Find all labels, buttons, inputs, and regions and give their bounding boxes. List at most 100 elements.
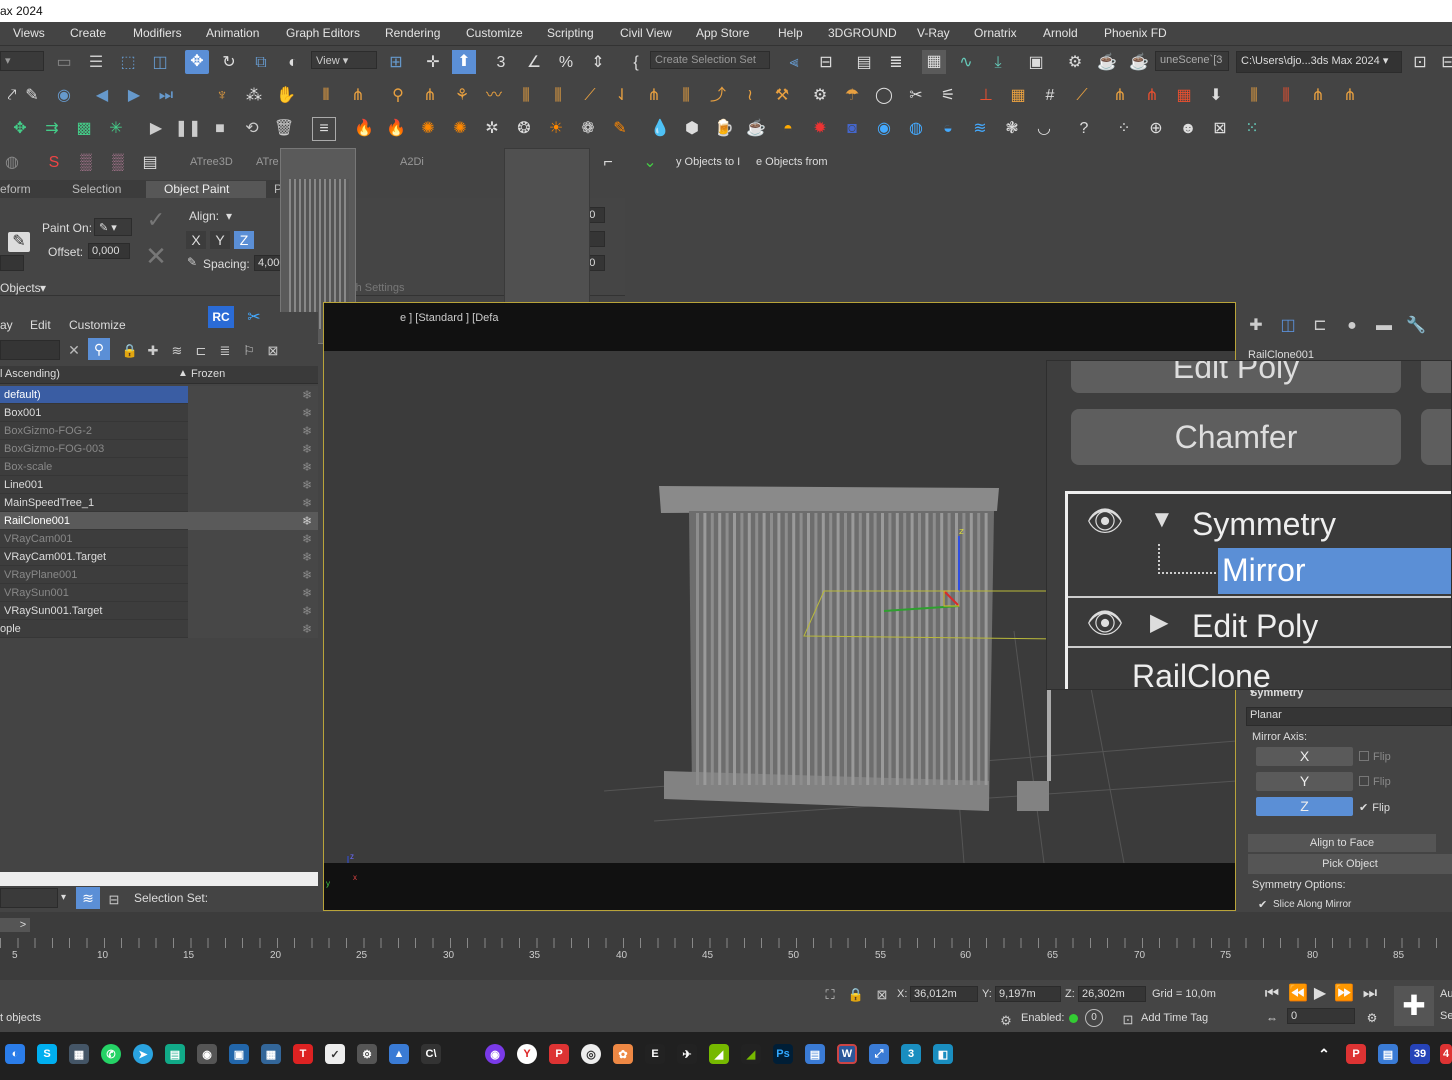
hair-icon-1[interactable]: ♆ [210, 84, 234, 108]
arrow-right-icon[interactable]: ⇉ [40, 117, 64, 141]
rendered-frame-icon[interactable]: ☕ [1095, 51, 1119, 75]
railclone-icon[interactable]: RC [208, 306, 234, 328]
strand-icon-4[interactable]: ⋔ [418, 84, 442, 108]
tray-app-icon[interactable]: P [1346, 1044, 1366, 1064]
word-icon[interactable]: W [837, 1044, 857, 1064]
add-time-tag-label[interactable]: Add Time Tag [1141, 1012, 1208, 1024]
project-path-dropdown[interactable]: C:\Users\djo...3ds Max 2024 ▾ [1236, 51, 1402, 73]
skype-icon[interactable]: S [37, 1044, 57, 1064]
y-coord-field[interactable]: 9,197m [995, 986, 1061, 1002]
left-spinner[interactable] [0, 255, 24, 271]
people-icon[interactable]: ☻ [1176, 117, 1200, 141]
fire-icon-5[interactable]: ☀ [544, 117, 568, 141]
render-production-icon[interactable]: ☕ [1127, 51, 1151, 75]
freeze-icon[interactable]: ❄ [302, 548, 312, 566]
foam-icon[interactable]: ❃ [1000, 117, 1024, 141]
place-icon[interactable]: ◐ [281, 51, 305, 75]
objects-from-label[interactable]: e Objects from [756, 156, 828, 168]
snaps-icon[interactable]: 3 [489, 51, 513, 75]
strand-icon-15[interactable]: ⚒ [770, 84, 794, 108]
strand-icon-14[interactable]: ≀ [738, 84, 762, 108]
time-tag-icon[interactable]: ⊡ [1116, 1007, 1140, 1031]
nvidia-2-icon[interactable]: ◢ [741, 1044, 761, 1064]
check-icon[interactable]: ✓ [144, 208, 168, 232]
next-frame-icon[interactable]: ⏩ [1332, 982, 1356, 1006]
go-to-start-icon[interactable]: ⏮ [1260, 982, 1284, 1006]
menu-graph-editors[interactable]: Graph Editors [286, 26, 360, 40]
strand-icon-29[interactable]: ⫼ [1242, 84, 1266, 108]
menu-views[interactable]: Views [13, 26, 45, 40]
layers-icon[interactable]: ≋ [165, 338, 189, 362]
layer-dropdown[interactable]: ▾ [0, 51, 44, 71]
toggle-ribbon-icon[interactable]: ▦ [922, 50, 946, 74]
axis-y-button[interactable]: Y [210, 231, 230, 249]
list-item[interactable]: VRaySun001 ❄ [0, 584, 318, 602]
strand-icon-3[interactable]: ⚲ [386, 84, 410, 108]
list-item[interactable]: default) ❄ [0, 386, 318, 404]
grid-icon[interactable]: ▩ [72, 117, 96, 141]
strand-icon-19[interactable]: ✂ [904, 84, 928, 108]
strand-icon-26[interactable]: ⋔ [1140, 84, 1164, 108]
axis-x-button[interactable]: X [186, 231, 206, 249]
app-icon-10[interactable]: ✓ [325, 1044, 345, 1064]
hierarchy-tab-icon[interactable]: ⊏ [1308, 314, 1332, 338]
modify-tab-icon[interactable]: ◫ [1276, 314, 1300, 338]
stop-anim-icon[interactable]: ■ [208, 117, 232, 141]
pivot-icon[interactable]: ⊞ [384, 51, 408, 75]
freeze-icon[interactable]: ❄ [302, 584, 312, 602]
list-item[interactable]: RailClone001 ❄ [0, 512, 318, 530]
prev-icon[interactable]: ◀ [90, 84, 114, 108]
x-coord-field[interactable]: 36,012m [910, 986, 978, 1002]
percent-snap-icon[interactable]: % [554, 51, 578, 75]
flip-y-checkbox[interactable]: Flip [1359, 776, 1391, 788]
play-icon[interactable]: ▶ [122, 84, 146, 108]
set-key-label[interactable]: Se [1440, 1010, 1452, 1022]
3dsmax-icon[interactable]: 3 [901, 1044, 921, 1064]
strand-icon-23[interactable]: # [1038, 84, 1062, 108]
strand-icon-6[interactable]: 〰 [482, 84, 506, 108]
wave-icon-1[interactable]: ◉ [872, 117, 896, 141]
strand-icon-1[interactable]: ⫴ [314, 84, 338, 108]
column-name-header[interactable]: l Ascending) [0, 368, 60, 380]
app-icon-7[interactable]: ▣ [229, 1044, 249, 1064]
se-menu-edit[interactable]: Edit [30, 318, 51, 332]
pause-anim-icon[interactable]: ❚❚ [175, 117, 202, 141]
paint-brush-icon[interactable]: ✎ [8, 232, 30, 252]
scene-state-field[interactable]: uneScene`[3 [1155, 51, 1229, 71]
reference-coord-dropdown[interactable]: View ▾ [311, 51, 377, 69]
freeze-icon[interactable]: ❄ [302, 422, 312, 440]
a2di-tab[interactable]: A2Di [400, 156, 424, 168]
curve-editor-icon[interactable]: ∿ [954, 51, 978, 75]
terminal-icon[interactable]: C\ [421, 1044, 441, 1064]
add-layer-icon[interactable]: ✚ [141, 338, 165, 362]
texture-icon-1[interactable]: ▒ [74, 151, 98, 175]
fire-icon-2[interactable]: 🔥 [384, 117, 408, 141]
material-editor-icon[interactable]: ▣ [1024, 51, 1048, 75]
strand-icon-32[interactable]: ⋔ [1338, 84, 1362, 108]
freeze-icon[interactable]: ❄ [302, 386, 312, 404]
freeze-icon[interactable]: ❄ [302, 602, 312, 620]
menu-arnold[interactable]: Arnold [1043, 26, 1078, 40]
freeze-icon[interactable]: ❄ [302, 440, 312, 458]
prev-frame-icon[interactable]: ⏪ [1286, 982, 1310, 1006]
align-dropdown-arrow[interactable]: ▾ [226, 209, 232, 223]
stack-button-partial-1[interactable] [1421, 361, 1451, 393]
beer-icon[interactable]: 🍺 [712, 117, 736, 141]
edit-icon[interactable]: ⊠ [1208, 117, 1232, 141]
align-to-face-button[interactable]: Align to Face [1248, 834, 1436, 852]
bowl-icon[interactable]: ◡ [1032, 117, 1056, 141]
menu-vray[interactable]: V-Ray [917, 26, 950, 40]
slice-checkbox-check[interactable]: ✔ [1258, 898, 1267, 911]
list-item[interactable]: Box-scale ❄ [0, 458, 318, 476]
stack-mirror-item-bg[interactable]: Mirror [1218, 548, 1451, 594]
whatsapp-icon[interactable]: ✆ [101, 1044, 121, 1064]
drop-icon[interactable]: ◙ [840, 117, 864, 141]
camera-icon[interactable]: ◉ [197, 1044, 217, 1064]
time-nav-right[interactable]: > [16, 918, 30, 932]
strand-icon-9[interactable]: ⟋ [578, 84, 602, 108]
adaptive-degradation-icon[interactable]: ⚙ [994, 1008, 1018, 1032]
display-icon[interactable]: ⊠ [261, 338, 285, 362]
eye-icon-symmetry[interactable]: 👁 [1086, 504, 1124, 539]
app-icon-16[interactable]: P [549, 1044, 569, 1064]
mirror-axis-y-button[interactable]: Y [1256, 772, 1353, 791]
